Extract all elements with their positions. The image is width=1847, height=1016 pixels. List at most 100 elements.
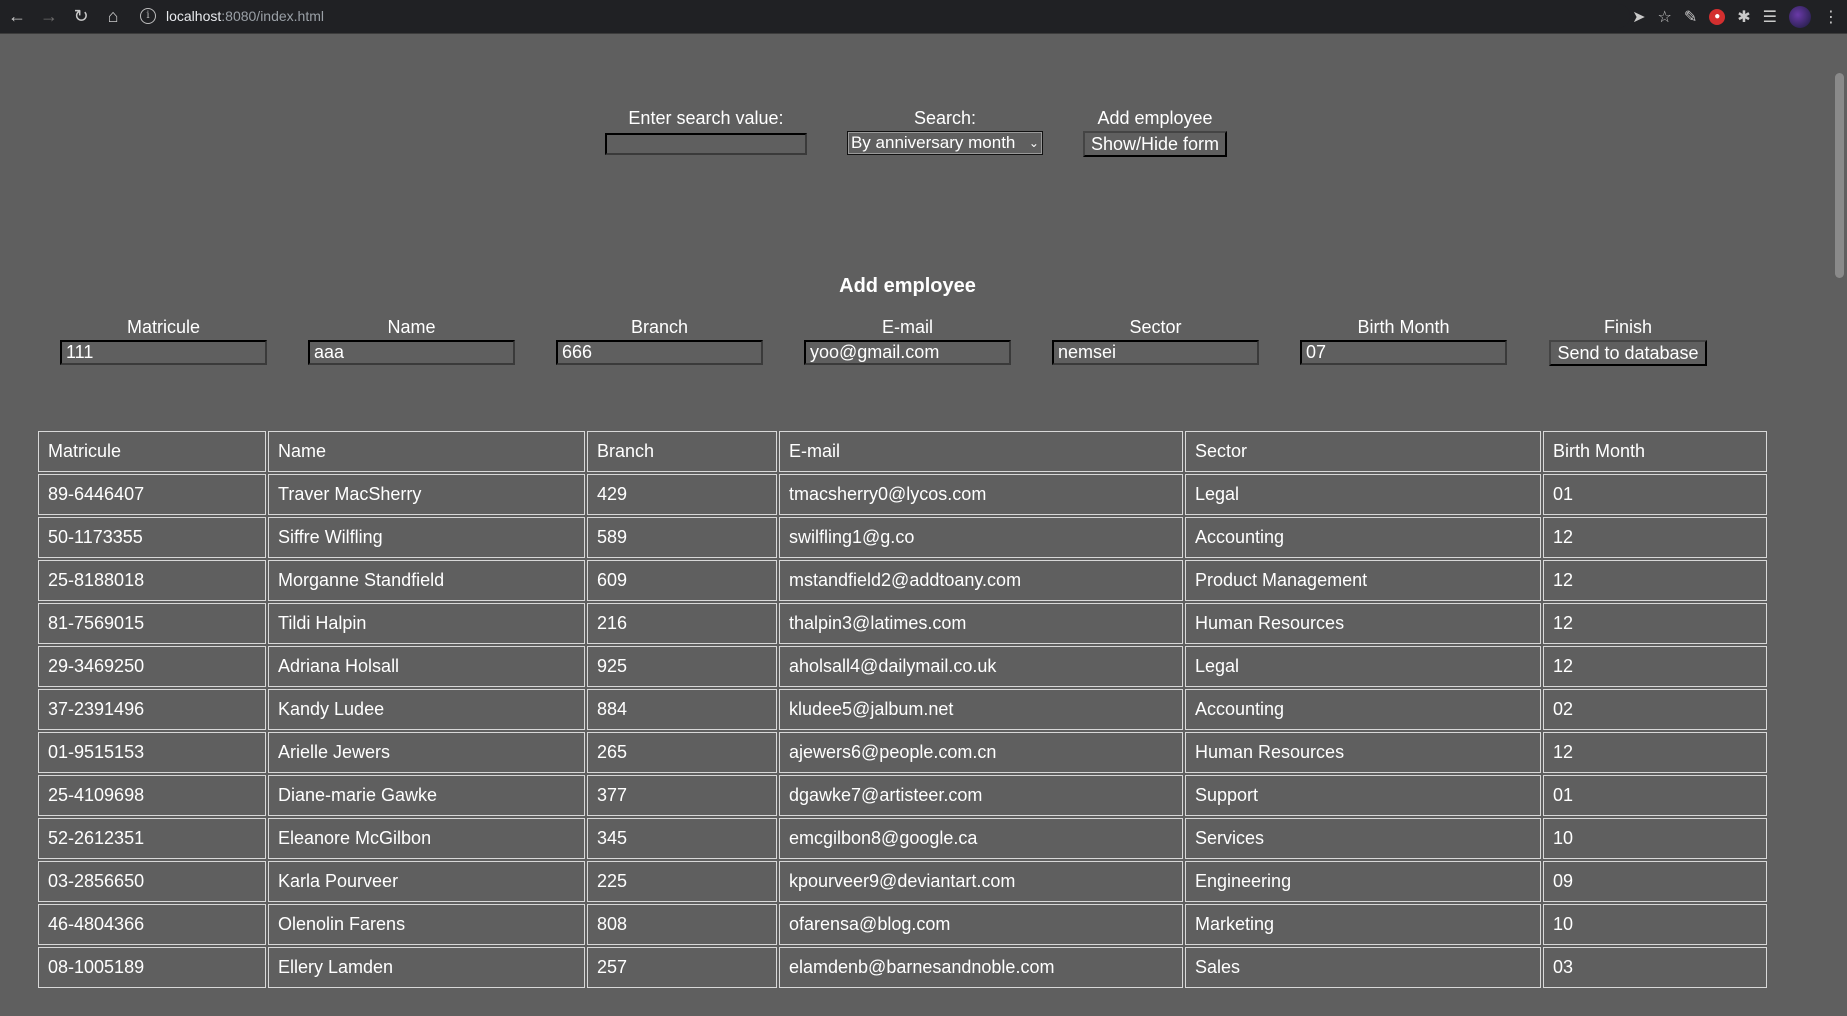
cell-matricule: 52-2612351 <box>38 818 266 859</box>
add-employee-title: Add employee <box>839 275 976 297</box>
cell-birth-month: 12 <box>1543 732 1767 773</box>
search-mode-select[interactable]: By anniversary month ⌄ <box>846 131 1043 155</box>
cell-matricule: 50-1173355 <box>38 517 266 558</box>
cell-name: Tildi Halpin <box>268 603 585 644</box>
cell-name: Morganne Standfield <box>268 560 585 601</box>
home-icon[interactable]: ⌂ <box>98 2 128 32</box>
profile-avatar[interactable] <box>1789 6 1811 28</box>
search-mode-group: Search: By anniversary month ⌄ <box>846 108 1043 157</box>
cell-email: tmacsherry0@lycos.com <box>779 474 1183 515</box>
search-mode-selected: By anniversary month <box>850 133 1016 152</box>
cell-email: mstandfield2@addtoany.com <box>779 560 1183 601</box>
kebab-menu-icon[interactable]: ⋮ <box>1823 7 1839 27</box>
cell-email: ajewers6@people.com.cn <box>779 732 1183 773</box>
table-row: 52-2612351 Eleanore McGilbon 345 emcgilbon8… <box>38 818 1767 859</box>
add-employee-form: Matricule 111 Name aaa Branch 666 E-mail… <box>60 317 1760 366</box>
cell-matricule: 25-8188018 <box>38 560 266 601</box>
pen-extension-icon[interactable]: ✎ <box>1684 7 1697 27</box>
cell-sector: Support <box>1185 775 1541 816</box>
table-row: 25-8188018 Morganne Standfield 609 mstandfi… <box>38 560 1767 601</box>
search-value-group: Enter search value: <box>604 108 807 157</box>
email-label: E-mail <box>881 317 933 337</box>
table-row: 37-2391496 Kandy Ludee 884 kludee5@jalbum.n… <box>38 689 1767 730</box>
cell-branch: 225 <box>587 861 777 902</box>
table-row: 03-2856650 Karla Pourveer 225 kpourveer9@de… <box>38 861 1767 902</box>
finish-label: Finish <box>1603 317 1652 337</box>
sector-field[interactable]: nemsei <box>1052 340 1259 365</box>
form-field-birth-month: Birth Month 07 <box>1300 317 1507 366</box>
form-field-branch: Branch 666 <box>556 317 763 366</box>
reload-icon[interactable]: ↻ <box>66 2 96 32</box>
cell-branch: 808 <box>587 904 777 945</box>
cell-sector: Services <box>1185 818 1541 859</box>
cell-sector: Legal <box>1185 474 1541 515</box>
cell-name: Ellery Lamden <box>268 947 585 988</box>
cell-email: dgawke7@artisteer.com <box>779 775 1183 816</box>
cell-branch: 257 <box>587 947 777 988</box>
cell-matricule: 08-1005189 <box>38 947 266 988</box>
page-scrollbar[interactable] <box>1832 35 1847 1016</box>
cell-sector: Accounting <box>1185 517 1541 558</box>
show-hide-form-button[interactable]: Show/Hide form <box>1082 131 1228 157</box>
matricule-field[interactable]: 111 <box>60 340 267 365</box>
search-mode-label: Search: <box>913 108 976 128</box>
cell-name: Karla Pourveer <box>268 861 585 902</box>
birth-month-field[interactable]: 07 <box>1300 340 1507 365</box>
cell-birth-month: 12 <box>1543 517 1767 558</box>
search-controls: Enter search value: Search: By anniversa… <box>0 108 1832 157</box>
cell-matricule: 03-2856650 <box>38 861 266 902</box>
forward-arrow-icon[interactable]: → <box>34 2 64 32</box>
cell-matricule: 81-7569015 <box>38 603 266 644</box>
column-header-branch: Branch <box>587 431 777 472</box>
column-header-name: Name <box>268 431 585 472</box>
bookmark-star-icon[interactable]: ☆ <box>1658 7 1672 27</box>
column-header-birth-month: Birth Month <box>1543 431 1767 472</box>
add-employee-toggle-label: Add employee <box>1097 108 1213 128</box>
cell-birth-month: 12 <box>1543 646 1767 687</box>
info-icon[interactable]: i <box>140 8 156 24</box>
cell-branch: 265 <box>587 732 777 773</box>
cell-sector: Product Management <box>1185 560 1541 601</box>
cell-branch: 345 <box>587 818 777 859</box>
cell-matricule: 25-4109698 <box>38 775 266 816</box>
cell-birth-month: 03 <box>1543 947 1767 988</box>
cell-email: kludee5@jalbum.net <box>779 689 1183 730</box>
cell-matricule: 29-3469250 <box>38 646 266 687</box>
cell-branch: 884 <box>587 689 777 730</box>
cell-birth-month: 01 <box>1543 474 1767 515</box>
email-field[interactable]: yoo@gmail.com <box>804 340 1011 365</box>
form-field-name: Name aaa <box>308 317 515 366</box>
column-header-matricule: Matricule <box>38 431 266 472</box>
media-playlist-icon[interactable]: ☰ <box>1763 7 1777 27</box>
name-field[interactable]: aaa <box>308 340 515 365</box>
cell-sector: Human Resources <box>1185 603 1541 644</box>
cell-branch: 377 <box>587 775 777 816</box>
send-icon[interactable]: ➤ <box>1632 7 1645 27</box>
form-field-sector: Sector nemsei <box>1052 317 1259 366</box>
extensions-puzzle-icon[interactable]: ✱ <box>1737 7 1750 27</box>
cell-sector: Marketing <box>1185 904 1541 945</box>
shield-extension-icon[interactable]: ● <box>1709 9 1726 25</box>
search-input[interactable] <box>604 133 807 155</box>
address-bar[interactable]: i localhost:8080/index.html <box>140 4 1630 28</box>
form-finish: Finish Send to database <box>1548 317 1708 366</box>
table-row: 50-1173355 Siffre Wilfling 589 swilfling1@g… <box>38 517 1767 558</box>
browser-toolbar: ← → ↻ ⌂ i localhost:8080/index.html ➤ ☆ … <box>0 0 1847 34</box>
cell-email: swilfling1@g.co <box>779 517 1183 558</box>
back-arrow-icon[interactable]: ← <box>2 2 32 32</box>
cell-name: Adriana Holsall <box>268 646 585 687</box>
cell-email: thalpin3@latimes.com <box>779 603 1183 644</box>
scrollbar-thumb[interactable] <box>1835 73 1844 278</box>
table-row: 89-6446407 Traver MacSherry 429 tmacsherry0… <box>38 474 1767 515</box>
search-value-label: Enter search value: <box>628 108 784 128</box>
cell-branch: 609 <box>587 560 777 601</box>
send-to-database-button[interactable]: Send to database <box>1549 340 1707 366</box>
cell-matricule: 37-2391496 <box>38 689 266 730</box>
cell-sector: Sales <box>1185 947 1541 988</box>
branch-field[interactable]: 666 <box>556 340 763 365</box>
cell-birth-month: 02 <box>1543 689 1767 730</box>
cell-name: Olenolin Farens <box>268 904 585 945</box>
form-field-matricule: Matricule 111 <box>60 317 267 366</box>
cell-sector: Human Resources <box>1185 732 1541 773</box>
cell-email: elamdenb@barnesandnoble.com <box>779 947 1183 988</box>
